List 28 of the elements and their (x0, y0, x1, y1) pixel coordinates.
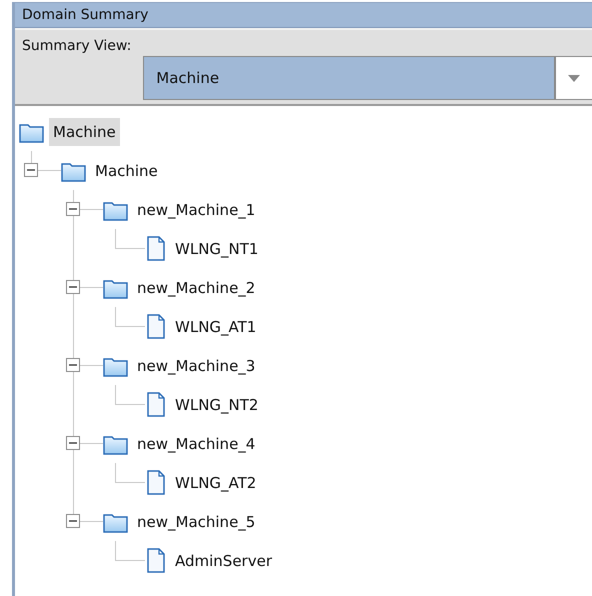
tree-item[interactable]: Machine (91, 156, 162, 184)
document-icon (145, 470, 167, 496)
summary-view-label: Summary View: (22, 38, 132, 54)
tree-item[interactable]: WLNG_AT1 (171, 312, 260, 340)
tree-item[interactable]: WLNG_NT1 (171, 234, 262, 262)
tree-item[interactable]: new_Machine_4 (133, 430, 260, 458)
tree-item[interactable]: Machine (49, 118, 120, 146)
collapse-toggle[interactable] (66, 514, 80, 528)
dropdown-button[interactable] (554, 57, 592, 99)
collapse-toggle[interactable] (66, 202, 80, 216)
collapse-toggle[interactable] (24, 163, 38, 177)
collapse-toggle[interactable] (66, 436, 80, 450)
document-icon (145, 236, 167, 262)
tree-item[interactable]: WLNG_AT2 (171, 468, 260, 496)
tree-item[interactable]: new_Machine_5 (133, 508, 260, 536)
caret-icon (568, 74, 580, 82)
tree-item[interactable]: AdminServer (171, 546, 276, 574)
document-icon (145, 548, 167, 574)
panel-title: Domain Summary (15, 3, 592, 28)
collapse-toggle[interactable] (66, 280, 80, 294)
tree-item[interactable]: new_Machine_3 (133, 352, 260, 380)
tree-item[interactable]: WLNG_NT2 (171, 390, 262, 418)
document-icon (145, 392, 167, 418)
collapse-toggle[interactable] (66, 358, 80, 372)
tree-item[interactable]: new_Machine_2 (133, 274, 260, 302)
document-icon (145, 314, 167, 340)
tree-item[interactable]: new_Machine_1 (133, 196, 260, 224)
summary-view-dropdown[interactable]: Machine (143, 56, 592, 100)
